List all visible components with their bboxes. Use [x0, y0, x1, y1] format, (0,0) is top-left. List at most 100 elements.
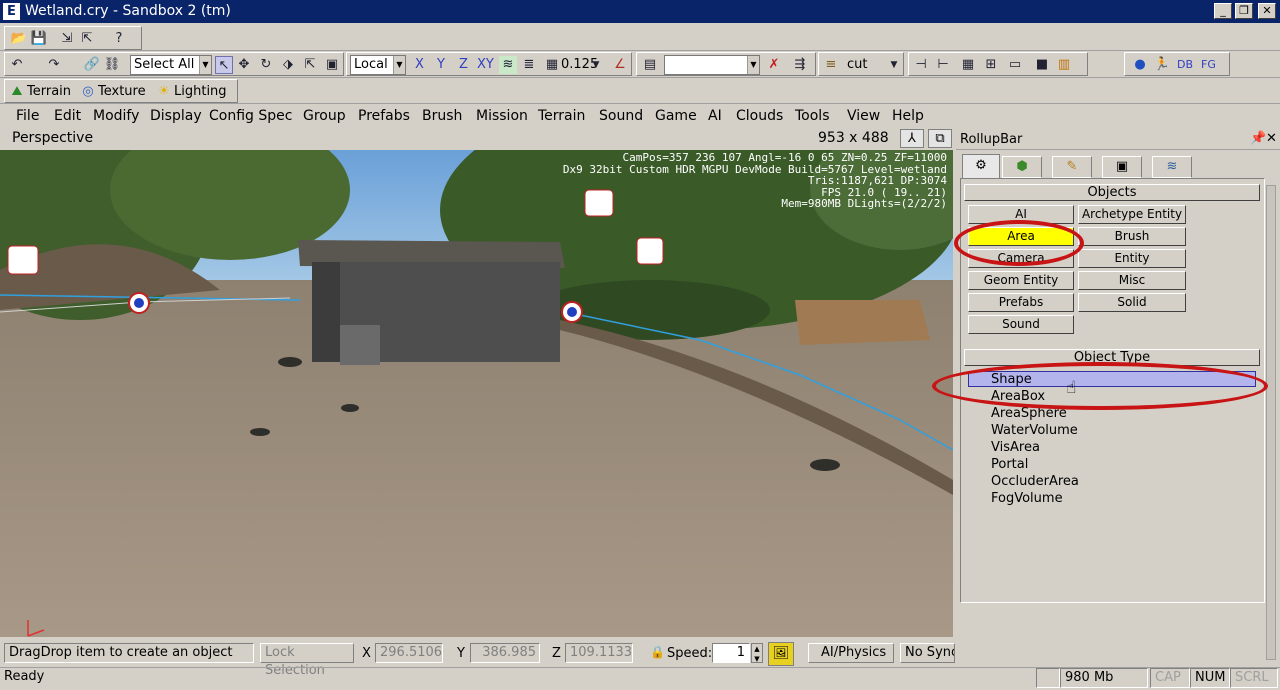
- menu-file[interactable]: File: [16, 108, 39, 124]
- menu-game[interactable]: Game: [655, 108, 697, 124]
- chevron-down-icon[interactable]: ▼: [885, 56, 903, 74]
- object-type-areabox[interactable]: AreaBox: [991, 389, 1045, 404]
- object-button-sound[interactable]: Sound: [968, 315, 1074, 334]
- lock-selection-button[interactable]: Lock Selection: [260, 643, 354, 678]
- menu-sound[interactable]: Sound: [599, 108, 643, 124]
- unlink-icon[interactable]: ⛓: [103, 56, 121, 74]
- terrain-snap-icon[interactable]: ≋: [499, 56, 517, 74]
- align-icon[interactable]: ⇶: [791, 56, 809, 74]
- grid-align-icon[interactable]: ▦: [959, 56, 977, 74]
- objects-header[interactable]: Objects: [964, 184, 1260, 201]
- link-icon[interactable]: 🔗: [83, 56, 101, 74]
- x-field[interactable]: 296.5106: [375, 643, 443, 663]
- menu-terrain[interactable]: Terrain: [538, 108, 585, 124]
- object-icon[interactable]: ⊞: [982, 56, 1000, 74]
- menu-help[interactable]: Help: [892, 108, 924, 124]
- object-button-brush[interactable]: Brush: [1078, 227, 1186, 246]
- select-filter-combo[interactable]: Select All ▼: [130, 55, 212, 75]
- object-type-portal[interactable]: Portal: [991, 457, 1028, 472]
- menu-config-spec[interactable]: Config Spec: [209, 108, 292, 124]
- delete-selection-icon[interactable]: ✗: [765, 56, 783, 74]
- axis-z-button[interactable]: Z: [459, 56, 468, 74]
- object-button-misc[interactable]: Misc: [1078, 271, 1186, 290]
- speed-input[interactable]: 1: [712, 643, 750, 663]
- menu-modify[interactable]: Modify: [93, 108, 139, 124]
- tab-modify[interactable]: ✎: [1052, 156, 1092, 178]
- menu-edit[interactable]: Edit: [54, 108, 81, 124]
- rollup-scrollbar[interactable]: [1266, 185, 1276, 660]
- layer-combo[interactable]: ▼: [664, 55, 760, 75]
- chevron-down-icon[interactable]: ▼: [587, 56, 605, 74]
- terrain-button[interactable]: Terrain: [27, 83, 71, 101]
- object-snap-icon[interactable]: ≣: [520, 56, 538, 74]
- menu-group[interactable]: Group: [303, 108, 346, 124]
- object-button-archetype-entity[interactable]: Archetype Entity: [1078, 205, 1186, 224]
- object-button-area[interactable]: Area: [968, 227, 1074, 246]
- move-icon[interactable]: ✥: [235, 56, 253, 74]
- rect-icon[interactable]: ▭: [1006, 56, 1024, 74]
- viewport-name[interactable]: Perspective: [12, 130, 93, 146]
- object-button-entity[interactable]: Entity: [1078, 249, 1186, 268]
- object-type-occluderarea[interactable]: OccluderArea: [991, 474, 1079, 489]
- object-type-header[interactable]: Object Type: [964, 349, 1260, 366]
- menu-tools[interactable]: Tools: [795, 108, 830, 124]
- axis-helper-icon[interactable]: ⅄: [900, 129, 924, 148]
- no-sync-button[interactable]: No Sync: [900, 643, 955, 663]
- object-type-shape[interactable]: Shape: [991, 372, 1032, 387]
- menu-display[interactable]: Display: [150, 108, 202, 124]
- database-icon[interactable]: ▥: [1055, 56, 1073, 74]
- object-button-geom-entity[interactable]: Geom Entity: [968, 271, 1074, 290]
- game-mode-icon[interactable]: 🖼: [768, 642, 794, 666]
- menu-brush[interactable]: Brush: [422, 108, 462, 124]
- fg-button[interactable]: FG: [1201, 56, 1216, 74]
- tab-layers[interactable]: ≋: [1152, 156, 1192, 178]
- save-icon[interactable]: 💾: [30, 30, 48, 48]
- texture-button[interactable]: Texture: [98, 83, 146, 101]
- menu-clouds[interactable]: Clouds: [736, 108, 783, 124]
- export-icon[interactable]: ⇲: [58, 30, 76, 48]
- lighting-button[interactable]: Lighting: [174, 83, 227, 101]
- globe-icon[interactable]: ●: [1131, 56, 1149, 74]
- menu-ai[interactable]: AI: [708, 108, 722, 124]
- maximize-viewport-icon[interactable]: ⧉: [928, 129, 952, 148]
- ai-physics-button[interactable]: AI/Physics: [808, 643, 894, 663]
- select-arrow-icon[interactable]: ↖: [215, 56, 233, 74]
- import-icon[interactable]: ⇱: [78, 30, 96, 48]
- align-left-icon[interactable]: ⊣: [912, 56, 930, 74]
- tab-create[interactable]: ⚙: [962, 154, 1000, 178]
- angle-snap-icon[interactable]: ∠: [611, 56, 629, 74]
- object-button-ai[interactable]: AI: [968, 205, 1074, 224]
- align-center-icon[interactable]: ⊢: [934, 56, 952, 74]
- rect-select-icon[interactable]: ▣: [323, 56, 341, 74]
- help-icon[interactable]: ?: [110, 30, 128, 48]
- fill-icon[interactable]: ■: [1033, 56, 1051, 74]
- pin-icon[interactable]: 📌: [1250, 131, 1266, 146]
- undo-icon[interactable]: ↶: [8, 56, 26, 74]
- minimize-button[interactable]: _: [1214, 3, 1232, 19]
- viewport-3d[interactable]: CamPos=357 236 107 Angl=-16 0 65 ZN=0.25…: [0, 150, 953, 637]
- menu-view[interactable]: View: [847, 108, 880, 124]
- db-button[interactable]: DB: [1177, 56, 1193, 74]
- y-field[interactable]: 386.985: [470, 643, 540, 663]
- layer-name[interactable]: cut: [847, 56, 867, 74]
- scale-icon[interactable]: ⬗: [279, 56, 297, 74]
- menu-prefabs[interactable]: Prefabs: [358, 108, 410, 124]
- layers-icon[interactable]: ≡: [822, 56, 840, 74]
- object-type-areasphere[interactable]: AreaSphere: [991, 406, 1067, 421]
- axis-xy-button[interactable]: XY: [477, 56, 494, 74]
- tab-display[interactable]: ▣: [1102, 156, 1142, 178]
- close-icon[interactable]: ✕: [1266, 131, 1277, 146]
- object-button-solid[interactable]: Solid: [1078, 293, 1186, 312]
- speed-spinner[interactable]: ▲ ▼: [751, 643, 763, 663]
- coord-system-combo[interactable]: Local ▼: [350, 55, 406, 75]
- select-terrain-icon[interactable]: ⇱: [301, 56, 319, 74]
- z-field[interactable]: 109.1133: [565, 643, 633, 663]
- object-button-camera[interactable]: Camera: [968, 249, 1074, 268]
- axis-x-button[interactable]: X: [415, 56, 424, 74]
- object-type-visarea[interactable]: VisArea: [991, 440, 1040, 455]
- lock-icon[interactable]: 🔒: [650, 645, 665, 663]
- axis-y-button[interactable]: Y: [437, 56, 445, 74]
- rotate-icon[interactable]: ↻: [257, 56, 275, 74]
- character-icon[interactable]: 🏃: [1153, 56, 1171, 74]
- open-icon[interactable]: 📂: [10, 30, 28, 48]
